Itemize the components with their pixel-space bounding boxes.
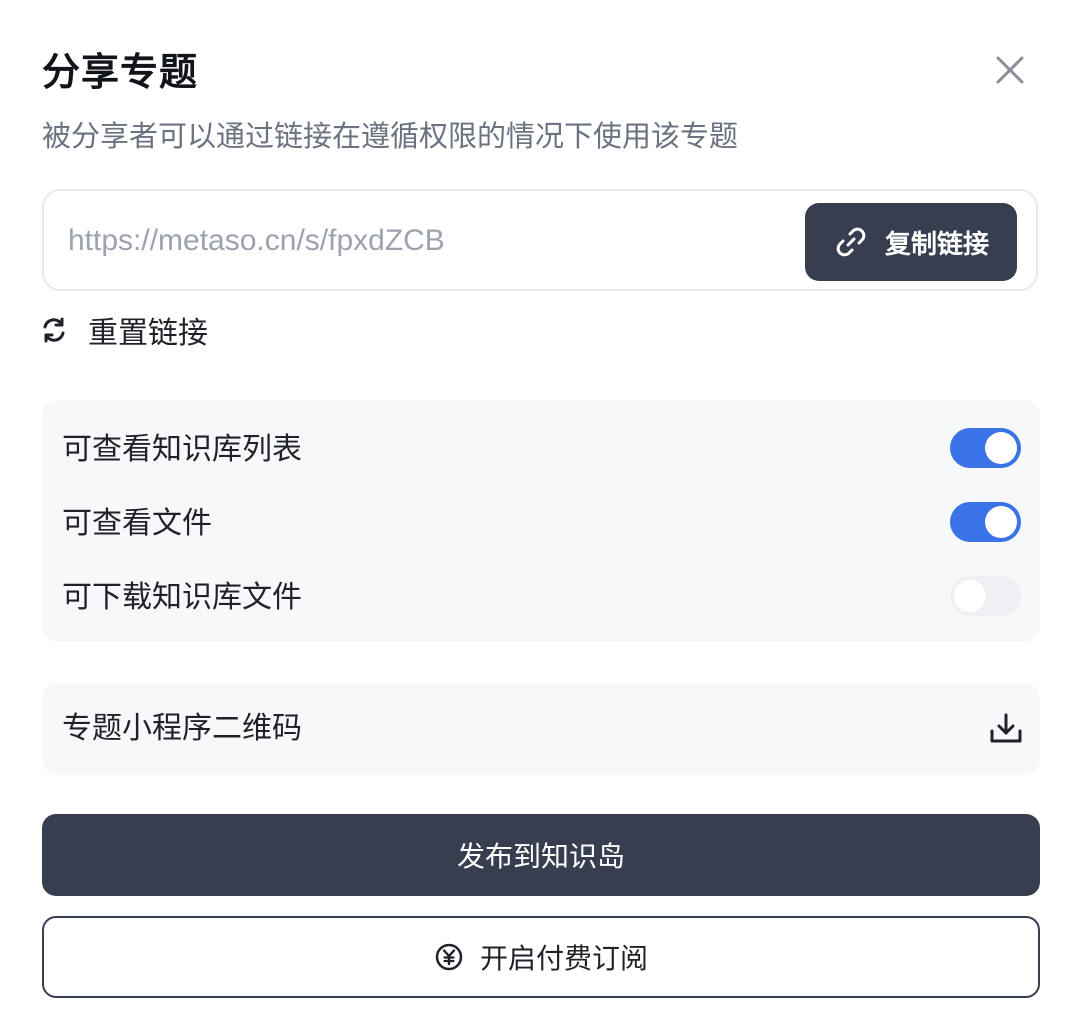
share-link-input[interactable]	[68, 217, 788, 265]
permission-label: 可查看文件	[62, 506, 212, 541]
download-icon	[986, 709, 1026, 749]
permission-label: 可下载知识库文件	[62, 580, 302, 615]
permission-toggle[interactable]	[950, 502, 1021, 542]
permission-toggle[interactable]	[950, 428, 1021, 468]
publish-button[interactable]: 发布到知识岛	[42, 814, 1040, 896]
link-icon	[833, 224, 869, 260]
qrcode-row: 专题小程序二维码	[42, 683, 1040, 775]
permission-label: 可查看知识库列表	[62, 432, 302, 467]
publish-label: 发布到知识岛	[456, 840, 625, 873]
permission-row: 可下载知识库文件	[42, 568, 1040, 628]
permission-row: 可查看知识库列表	[42, 420, 1040, 480]
toggle-knob	[985, 432, 1017, 464]
qrcode-label: 专题小程序二维码	[62, 711, 302, 746]
close-icon	[994, 54, 1026, 86]
yuan-icon	[434, 942, 464, 972]
toggle-knob	[985, 506, 1017, 538]
reset-link-label: 重置链接	[88, 316, 208, 351]
toggle-knob	[954, 580, 986, 612]
close-button[interactable]	[988, 48, 1032, 92]
qrcode-download-button[interactable]	[986, 709, 1026, 749]
refresh-icon	[40, 316, 68, 344]
subscribe-label: 开启付费订阅	[479, 942, 648, 975]
copy-link-label: 复制链接	[884, 229, 989, 260]
copy-link-button[interactable]: 复制链接	[805, 203, 1017, 281]
subscribe-button[interactable]: 开启付费订阅	[42, 916, 1040, 998]
dialog-subtitle: 被分享者可以通过链接在遵循权限的情况下使用该专题	[42, 119, 739, 153]
permission-toggle[interactable]	[950, 576, 1021, 616]
reset-link-button[interactable]: 重置链接	[40, 306, 208, 354]
permissions-panel: 可查看知识库列表 可查看文件 可下载知识库文件	[42, 400, 1040, 642]
share-link-box: 复制链接	[42, 189, 1038, 291]
dialog-title: 分享专题	[42, 50, 199, 94]
permission-row: 可查看文件	[42, 494, 1040, 554]
